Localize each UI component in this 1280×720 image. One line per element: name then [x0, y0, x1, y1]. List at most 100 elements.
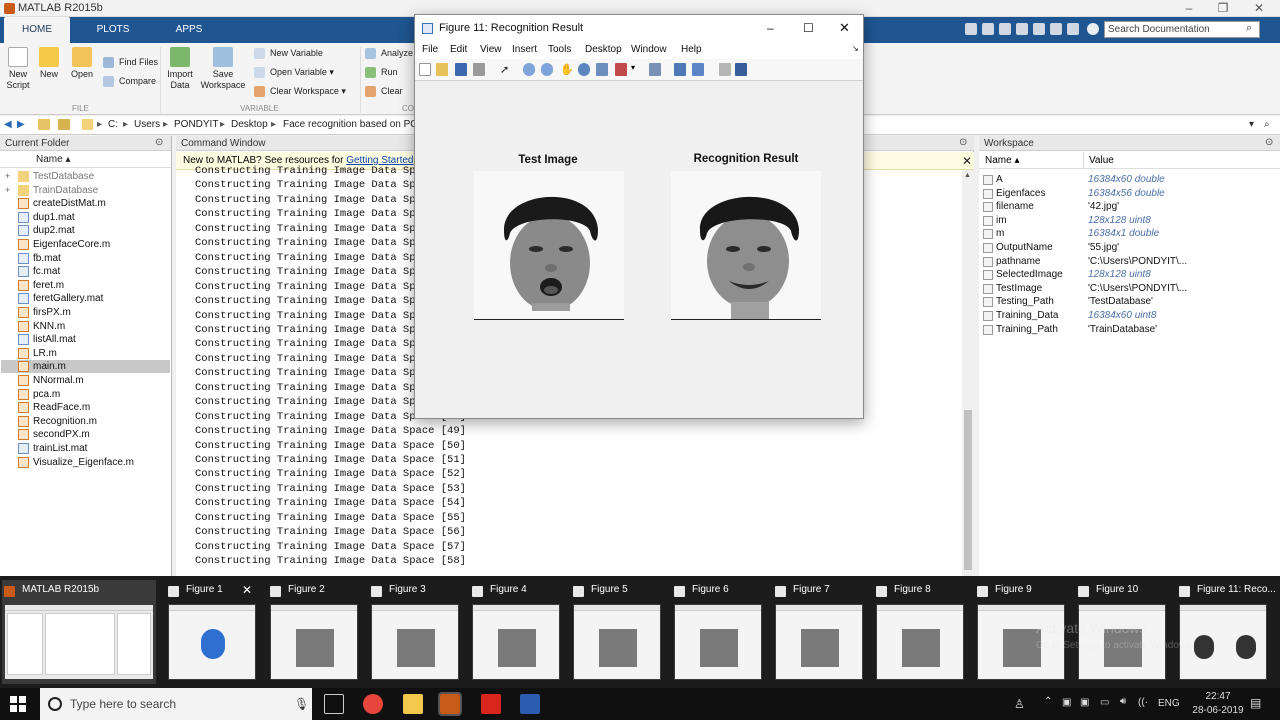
workspace-variable-row[interactable]: SelectedImage 128x128 uint8 — [981, 268, 1277, 282]
brush-icon[interactable] — [615, 63, 627, 76]
taskbar-window-thumbnail[interactable]: MATLAB R2015b — [2, 580, 156, 684]
new-figure-icon[interactable] — [419, 63, 431, 76]
folder-list-item[interactable]: Visualize_Eigenface.m — [18, 456, 134, 469]
folder-list-item[interactable]: dup2.mat — [18, 224, 75, 237]
new-script-button[interactable]: New Script — [4, 47, 32, 91]
folder-list-item[interactable]: firsPX.m — [18, 306, 71, 319]
breadcrumb-users[interactable]: Users — [134, 119, 160, 130]
print-figure-icon[interactable] — [473, 63, 485, 76]
edit-plot-arrow-icon[interactable]: ➚ — [500, 63, 512, 76]
folder-list-item[interactable]: createDistMat.m — [18, 197, 106, 210]
clock-time[interactable]: 22:47 — [1198, 691, 1238, 702]
folder-list-item[interactable]: pca.m — [18, 388, 60, 401]
people-icon[interactable]: ♙ — [1014, 697, 1025, 711]
folder-list-item[interactable]: KNN.m — [18, 320, 65, 333]
breadcrumb-user[interactable]: PONDYIT — [174, 119, 218, 130]
action-center-icon[interactable]: ▤ — [1250, 696, 1261, 710]
folder-list-item[interactable]: NNormal.m — [18, 374, 84, 387]
compare-button[interactable]: Compare — [103, 74, 156, 88]
taskbar-window-thumbnail[interactable]: Figure 1 ✕ — [166, 580, 262, 684]
back-arrow-icon[interactable]: ◀ — [4, 119, 12, 130]
workspace-value-column[interactable]: Value — [1089, 155, 1114, 166]
acrobat-icon[interactable] — [481, 694, 501, 714]
open-variable-button[interactable]: Open Variable ▾ — [254, 65, 334, 79]
figure-minimize-icon[interactable]: – — [767, 15, 774, 41]
folder-list-item[interactable]: listAll.mat — [18, 333, 76, 346]
wifi-icon[interactable]: ((· — [1138, 697, 1148, 708]
folder-list-item[interactable]: + TrainDatabase — [5, 184, 98, 197]
menu-insert[interactable]: Insert — [512, 44, 537, 55]
menu-window[interactable]: Window — [631, 44, 667, 55]
breadcrumb-desktop[interactable]: Desktop — [231, 119, 268, 130]
save-workspace-button[interactable]: Save Workspace — [200, 47, 246, 91]
folder-list-item[interactable]: feret.m — [18, 279, 64, 292]
new-variable-button[interactable]: New Variable — [254, 46, 323, 60]
tab-apps[interactable]: APPS — [156, 17, 222, 43]
workspace-variable-row[interactable]: Training_Data 16384x60 uint8 — [981, 309, 1277, 323]
clear-commands-button[interactable]: Clear Co — [365, 84, 415, 98]
tab-home[interactable]: HOME — [4, 17, 70, 43]
workspace-variable-row[interactable]: m 16384x1 double — [981, 227, 1277, 241]
workspace-variable-row[interactable]: Training_Path 'TrainDatabase' — [981, 323, 1277, 337]
folder-list-item[interactable]: ReadFace.m — [18, 401, 90, 414]
run-and-time-button[interactable]: Run and — [365, 65, 415, 79]
panel-options-icon[interactable]: ⊙ — [155, 137, 163, 148]
thumbnail-close-icon[interactable]: ✕ — [242, 583, 252, 597]
network-icon[interactable]: ▭ — [1100, 697, 1109, 708]
expand-folder-icon[interactable]: + — [5, 184, 10, 197]
taskbar-window-thumbnail[interactable]: Figure 8 — [874, 580, 970, 684]
browse-folder-icon[interactable] — [58, 119, 70, 130]
workspace-variable-row[interactable]: OutputName '55.jpg' — [981, 241, 1277, 255]
folder-list-item[interactable]: dup1.mat — [18, 211, 75, 224]
scrollbar-thumb[interactable] — [964, 410, 972, 570]
pan-hand-icon[interactable]: ✋ — [560, 63, 574, 76]
taskbar-window-thumbnail[interactable]: Figure 7 — [773, 580, 869, 684]
zoom-out-icon[interactable] — [541, 63, 553, 76]
dock-figure-icon[interactable]: ↘ — [852, 44, 859, 53]
figure-close-icon[interactable]: ✕ — [839, 15, 850, 41]
figure-window[interactable]: Figure 11: Recognition Result – ☐ ✕ File… — [414, 14, 864, 419]
folder-list-item[interactable]: fb.mat — [18, 252, 61, 265]
tray-app-icon[interactable]: ▣ — [1080, 697, 1089, 708]
search-icon[interactable]: ⌕ — [1246, 22, 1252, 35]
file-explorer-icon[interactable] — [403, 694, 423, 714]
menu-tools[interactable]: Tools — [548, 44, 571, 55]
command-window-scrollbar[interactable]: ▲ — [962, 170, 974, 576]
taskbar-window-thumbnail[interactable]: Figure 5 — [571, 580, 667, 684]
redo-quick-icon[interactable] — [1050, 23, 1062, 35]
expand-folder-icon[interactable]: + — [5, 170, 10, 183]
figure-title-bar[interactable]: Figure 11: Recognition Result – ☐ ✕ — [415, 15, 863, 41]
save-quick-icon[interactable] — [965, 23, 977, 35]
cut-quick-icon[interactable] — [982, 23, 994, 35]
new-button[interactable]: New — [36, 47, 62, 80]
up-folder-icon[interactable] — [38, 119, 50, 130]
workspace-variable-row[interactable]: pathname 'C:\Users\PONDYIT\... — [981, 255, 1277, 269]
panel-options-icon[interactable]: ⊙ — [1265, 137, 1273, 148]
forward-arrow-icon[interactable]: ▶ — [17, 119, 25, 130]
panel-options-icon[interactable]: ⊙ — [959, 137, 967, 148]
maximize-icon[interactable]: ❐ — [1206, 0, 1240, 17]
clock-date[interactable]: 28-06-2019 — [1190, 705, 1246, 716]
paste-quick-icon[interactable] — [1016, 23, 1028, 35]
breadcrumb-project[interactable]: Face recognition based on PCA — [283, 119, 415, 130]
help-icon[interactable] — [1087, 23, 1099, 35]
save-figure-icon[interactable] — [455, 63, 467, 76]
taskbar-window-thumbnail[interactable]: Figure 4 — [470, 580, 566, 684]
workspace-variable-row[interactable]: TestImage 'C:\Users\PONDYIT\... — [981, 282, 1277, 296]
scroll-up-icon[interactable]: ▲ — [964, 172, 971, 179]
link-plot-icon[interactable] — [649, 63, 661, 76]
clear-workspace-button[interactable]: Clear Workspace ▾ — [254, 84, 346, 98]
folder-list-item[interactable]: main.m — [1, 360, 170, 374]
menu-view[interactable]: View — [480, 44, 502, 55]
workspace-variable-row[interactable]: im 128x128 uint8 — [981, 214, 1277, 228]
menu-file[interactable]: File — [422, 44, 438, 55]
folder-list-item[interactable]: trainList.mat — [18, 442, 87, 455]
language-indicator[interactable]: ENG — [1158, 698, 1180, 709]
insert-legend-icon[interactable] — [692, 63, 704, 76]
taskbar-window-thumbnail[interactable]: Figure 2 — [268, 580, 364, 684]
open-button[interactable]: Open — [68, 47, 96, 80]
zoom-in-icon[interactable] — [523, 63, 535, 76]
task-view-icon[interactable] — [324, 694, 344, 714]
folder-list-item[interactable]: secondPX.m — [18, 428, 90, 441]
banner-close-icon[interactable]: ✕ — [962, 152, 972, 170]
